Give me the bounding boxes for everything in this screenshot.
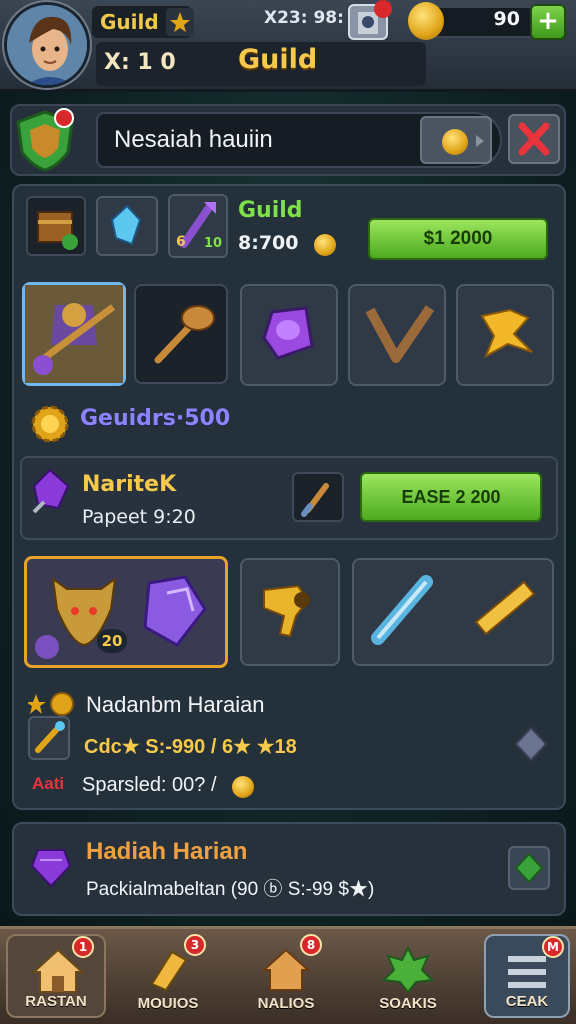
green-splat-icon	[381, 945, 435, 994]
hammer-icon	[154, 305, 215, 364]
daily-reward-panel[interactable]	[12, 822, 566, 916]
menu-icon	[508, 956, 546, 988]
star-coin-icon	[26, 690, 76, 718]
gold-coin-icon	[408, 2, 444, 40]
nav-badge: 8	[300, 934, 322, 956]
nav-badge: M	[542, 936, 564, 958]
green-gem-icon	[514, 852, 544, 884]
details-prefix: Aati	[32, 774, 65, 793]
item-slot-crystal[interactable]	[96, 196, 158, 256]
gold-coin-icon	[232, 776, 254, 798]
item-badge: 6	[176, 234, 186, 250]
star-icon[interactable]	[166, 8, 194, 36]
close-icon	[518, 122, 550, 156]
page-title: Guild	[238, 44, 318, 75]
offer-title: Guild	[238, 198, 303, 223]
item-slot-chest[interactable]	[26, 196, 86, 256]
item-slot-horn[interactable]	[240, 558, 340, 666]
hero-card[interactable]: 20	[24, 556, 228, 668]
gold-gear-coin-icon	[30, 404, 70, 444]
item-slot-staff[interactable]: 6 10	[168, 194, 228, 258]
nav-label: NALIOS	[257, 995, 315, 1012]
nav-label: CEAK	[505, 993, 549, 1010]
item-slot-gold-star[interactable]	[456, 284, 554, 386]
nav-item-soakis[interactable]: SOAKIS	[358, 934, 458, 1018]
buy-market-button[interactable]: EASE 2 200	[360, 472, 542, 522]
nav-badge: 3	[184, 934, 206, 956]
gold-star-icon	[480, 308, 533, 359]
search-coin-button[interactable]	[420, 116, 492, 164]
item-slot-gem[interactable]	[240, 284, 338, 386]
crystal-icon	[110, 204, 142, 246]
details-stats: Cdc★ S:-990 / 6★ ★18	[84, 736, 297, 758]
purple-crystal-icon	[28, 468, 74, 520]
purple-gem-icon	[262, 306, 314, 360]
market-item-name: NaritеK	[82, 472, 177, 497]
details-title: Nadanbm Haraian	[86, 692, 265, 717]
nav-label: SOAKIS	[379, 995, 437, 1012]
notification-badge	[374, 0, 392, 18]
nav-label: RASTAN	[25, 993, 87, 1010]
horned-helmet-icon	[35, 575, 207, 659]
item-badge: 10	[204, 236, 223, 251]
nav-item-nalios[interactable]: 8 NALIOS	[236, 934, 336, 1018]
daily-reward-desc: Packialmabeltan (90 ⓑ S:-99 $★)	[86, 879, 375, 900]
item-slot-hero[interactable]	[22, 282, 126, 386]
buy-offer-button[interactable]: $1 2000	[368, 218, 548, 260]
notification-badge	[54, 108, 74, 128]
nav-label: MOUIOS	[137, 995, 199, 1012]
coin-value: 90	[493, 8, 520, 30]
item-slot-scroll-spear[interactable]	[352, 558, 554, 666]
purple-gem-icon	[28, 842, 74, 890]
item-slot-boomerang[interactable]	[348, 284, 446, 386]
golden-horn-icon	[263, 584, 310, 638]
item-slot-brush[interactable]	[292, 472, 344, 522]
add-coins-button[interactable]: +	[530, 4, 566, 40]
offer-price: 8:700	[238, 232, 299, 254]
market-item-price: Papeet 9:20	[82, 506, 196, 528]
nav-item-ceak[interactable]: M CEAK	[484, 934, 570, 1018]
gold-coin-icon	[314, 234, 336, 256]
brush-icon	[301, 483, 329, 517]
claim-reward-button[interactable]	[508, 846, 550, 890]
chest-icon	[37, 211, 78, 250]
diamond-icon[interactable]	[514, 726, 548, 762]
gold-coin-icon	[442, 129, 468, 155]
xp-stat: X23: 98:	[264, 8, 344, 28]
daily-reward-title: Hadiah Harian	[86, 838, 248, 865]
guild-coins-label: Geuidrs·500	[80, 406, 231, 431]
player-level: X: 1 0	[104, 50, 176, 75]
wand-icon	[35, 721, 65, 753]
item-slot-wand[interactable]	[28, 716, 70, 760]
hero-level-badge: 20	[97, 629, 127, 653]
nav-item-rastan[interactable]: 1 RASTAN	[6, 934, 106, 1018]
boomerang-icon	[365, 305, 435, 363]
close-button[interactable]	[508, 114, 560, 164]
armored-hero-icon	[25, 285, 123, 383]
nav-badge: 1	[72, 936, 94, 958]
scroll-spear-icon	[371, 575, 536, 645]
player-avatar[interactable]	[4, 2, 90, 88]
chevron-right-icon	[476, 135, 484, 147]
item-slot-hammer[interactable]	[134, 284, 228, 384]
nav-item-mouios[interactable]: 3 MOUIOS	[118, 934, 218, 1018]
